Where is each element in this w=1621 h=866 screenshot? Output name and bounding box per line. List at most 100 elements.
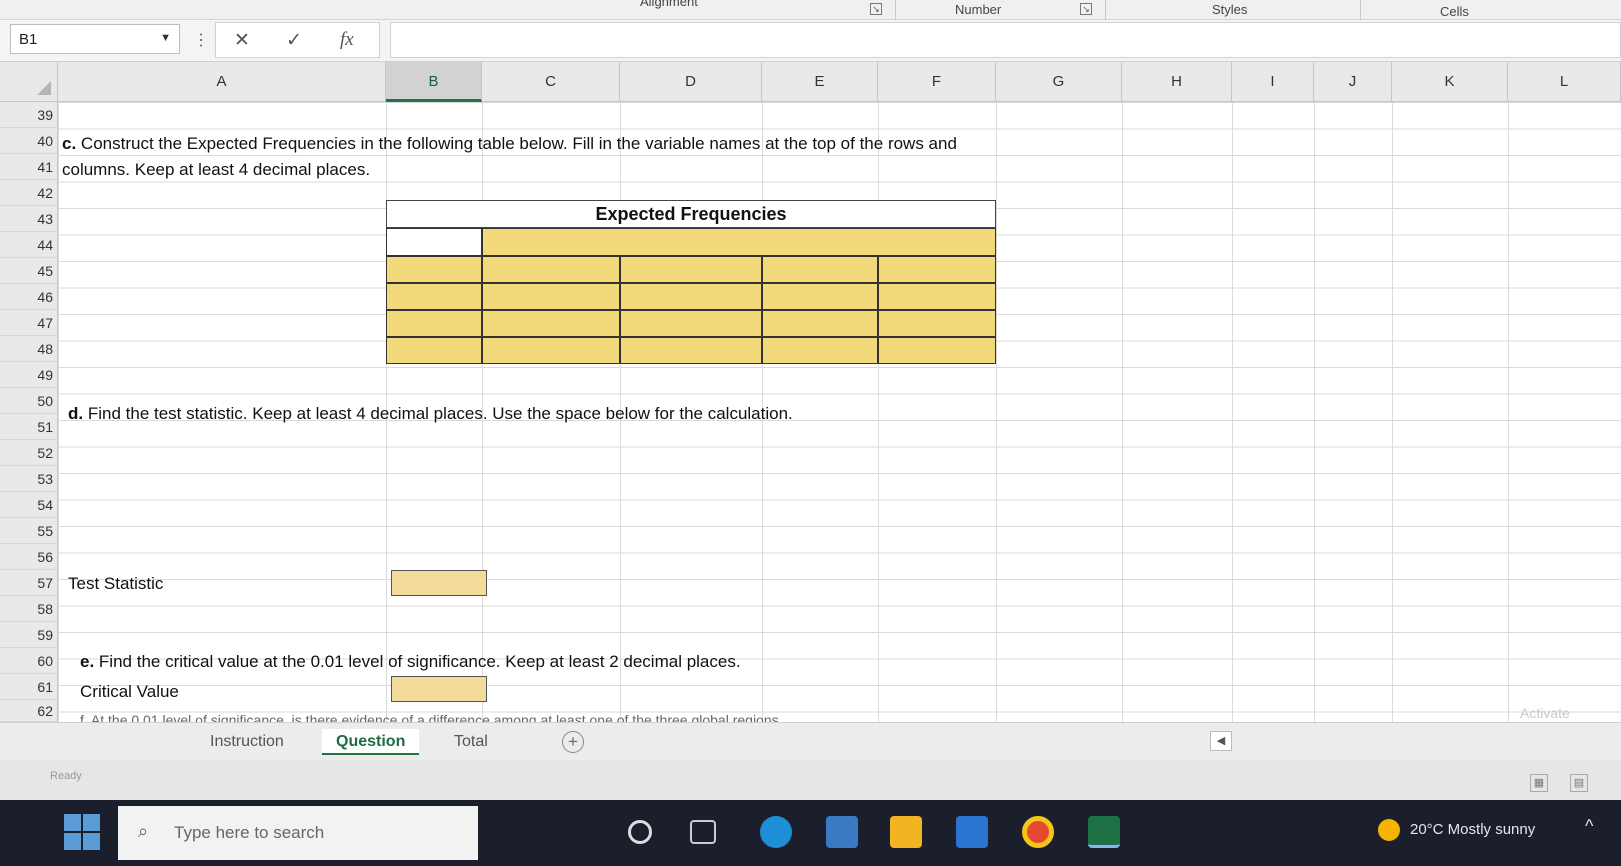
table-cell[interactable] xyxy=(762,310,878,337)
cortana-icon[interactable] xyxy=(628,820,652,844)
row-header[interactable]: 46 xyxy=(0,284,58,310)
sun-icon xyxy=(1378,819,1400,841)
table-cell[interactable] xyxy=(878,337,996,364)
column-header-k[interactable]: K xyxy=(1392,62,1508,102)
row-header[interactable]: 40 xyxy=(0,128,58,154)
table-cell[interactable] xyxy=(386,337,482,364)
column-header-d[interactable]: D xyxy=(620,62,762,102)
column-variable-name-cell[interactable] xyxy=(482,228,996,256)
table-cell[interactable] xyxy=(482,256,620,283)
table-cell[interactable] xyxy=(620,310,762,337)
table-cell[interactable] xyxy=(386,310,482,337)
column-header-a[interactable]: A xyxy=(58,62,386,102)
table-cell[interactable] xyxy=(482,337,620,364)
file-explorer-icon[interactable] xyxy=(890,816,922,848)
gridline xyxy=(996,102,997,722)
question-d-marker: d. xyxy=(68,404,84,423)
table-cell[interactable] xyxy=(386,256,482,283)
column-header-e[interactable]: E xyxy=(762,62,878,102)
tab-total[interactable]: Total xyxy=(440,729,502,755)
row-header[interactable]: 55 xyxy=(0,518,58,544)
enter-icon[interactable]: ✓ xyxy=(286,29,302,52)
table-cell[interactable] xyxy=(620,256,762,283)
row-header[interactable]: 58 xyxy=(0,596,58,622)
weather-widget[interactable]: 20°C Mostly sunny xyxy=(1378,819,1535,841)
number-dialog-launcher-icon[interactable]: ↘ xyxy=(1080,3,1092,15)
windows-logo-pane xyxy=(64,833,81,850)
chevron-up-icon[interactable]: ^ xyxy=(1585,816,1593,837)
edge-browser-icon[interactable] xyxy=(760,816,792,848)
column-header-c[interactable]: C xyxy=(482,62,620,102)
expected-frequencies-table: Expected Frequencies xyxy=(386,200,996,364)
critical-value-answer-cell[interactable] xyxy=(391,676,487,702)
select-all-triangle-icon xyxy=(37,81,51,95)
row-header[interactable]: 60 xyxy=(0,648,58,674)
cancel-icon[interactable]: ✕ xyxy=(234,29,250,52)
question-d: d. Find the test statistic. Keep at leas… xyxy=(68,404,793,424)
column-header-f[interactable]: F xyxy=(878,62,996,102)
column-header-j[interactable]: J xyxy=(1314,62,1392,102)
column-header-l[interactable]: L xyxy=(1508,62,1621,102)
row-header[interactable]: 59 xyxy=(0,622,58,648)
taskbar-search[interactable]: ⌕ Type here to search xyxy=(118,806,478,860)
windows-start-icon[interactable] xyxy=(62,812,102,852)
table-corner-cell[interactable] xyxy=(386,228,482,256)
table-cell[interactable] xyxy=(762,283,878,310)
table-cell[interactable] xyxy=(620,337,762,364)
table-cell[interactable] xyxy=(762,337,878,364)
row-header[interactable]: 51 xyxy=(0,414,58,440)
tab-question[interactable]: Question xyxy=(322,729,420,755)
row-header[interactable]: 61 xyxy=(0,674,58,700)
row-header[interactable]: 41 xyxy=(0,154,58,180)
normal-view-icon[interactable]: ▦ xyxy=(1530,774,1548,792)
alignment-dialog-launcher-icon[interactable]: ↘ xyxy=(870,3,882,15)
row-header[interactable]: 42 xyxy=(0,180,58,206)
insert-function-icon[interactable]: fx xyxy=(340,29,354,51)
store-icon[interactable] xyxy=(826,816,858,848)
excel-taskbar-icon[interactable] xyxy=(1088,816,1120,848)
row-header[interactable]: 48 xyxy=(0,336,58,362)
table-cell[interactable] xyxy=(482,283,620,310)
row-header[interactable]: 47 xyxy=(0,310,58,336)
task-view-icon[interactable] xyxy=(690,820,716,844)
row-header[interactable]: 50 xyxy=(0,388,58,414)
column-header-h[interactable]: H xyxy=(1122,62,1232,102)
row-header[interactable]: 49 xyxy=(0,362,58,388)
row-header[interactable]: 62 xyxy=(0,700,58,722)
page-layout-view-icon[interactable]: ▤ xyxy=(1570,774,1588,792)
row-header[interactable]: 56 xyxy=(0,544,58,570)
row-header[interactable]: 53 xyxy=(0,466,58,492)
table-cell[interactable] xyxy=(878,283,996,310)
excel-window: Alignment ↘ Number ↘ Styles Cells B1 ▼ ⋮… xyxy=(0,0,1621,800)
table-cell[interactable] xyxy=(482,310,620,337)
row-header[interactable]: 45 xyxy=(0,258,58,284)
mail-icon[interactable] xyxy=(956,816,988,848)
chrome-icon[interactable] xyxy=(1022,816,1054,848)
row-header[interactable]: 57 xyxy=(0,570,58,596)
scroll-left-icon[interactable]: ◀ xyxy=(1210,731,1232,751)
row-header[interactable]: 39 xyxy=(0,102,58,128)
table-cell[interactable] xyxy=(878,256,996,283)
formula-input[interactable] xyxy=(390,22,1621,58)
table-cell[interactable] xyxy=(878,310,996,337)
test-statistic-answer-cell[interactable] xyxy=(391,570,487,596)
column-header-i[interactable]: I xyxy=(1232,62,1314,102)
more-options-icon[interactable]: ⋮ xyxy=(193,30,209,50)
select-all-button[interactable] xyxy=(0,62,58,102)
name-box[interactable]: B1 ▼ xyxy=(10,24,180,54)
chevron-down-icon[interactable]: ▼ xyxy=(160,32,171,44)
table-cell[interactable] xyxy=(762,256,878,283)
row-header[interactable]: 44 xyxy=(0,232,58,258)
column-header-g[interactable]: G xyxy=(996,62,1122,102)
table-cell[interactable] xyxy=(620,283,762,310)
tab-instruction[interactable]: Instruction xyxy=(196,729,298,755)
question-c-text: Construct the Expected Frequencies in th… xyxy=(80,134,957,153)
row-header[interactable]: 43 xyxy=(0,206,58,232)
row-header[interactable]: 52 xyxy=(0,440,58,466)
question-d-text: Find the test statistic. Keep at least 4… xyxy=(87,404,793,423)
add-sheet-icon[interactable]: + xyxy=(562,731,584,753)
table-cell[interactable] xyxy=(386,283,482,310)
ribbon-group-cells: Cells xyxy=(1440,4,1469,19)
row-header[interactable]: 54 xyxy=(0,492,58,518)
column-header-b[interactable]: B xyxy=(386,62,482,102)
